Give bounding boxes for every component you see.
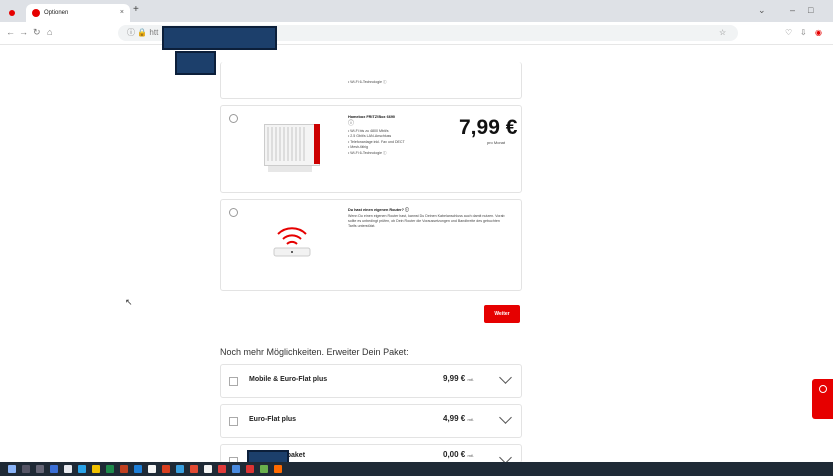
- reload-icon[interactable]: ↻: [33, 27, 41, 38]
- taskbar-app-icon[interactable]: [50, 465, 58, 473]
- new-tab-button[interactable]: +: [133, 4, 139, 15]
- addon-label: Mobile & Euro-Flat plus: [249, 376, 328, 383]
- minimize-icon[interactable]: –: [790, 5, 795, 15]
- product-name: Homebox FRITZ!Box 6690: [348, 115, 396, 119]
- redacted-url-block: [162, 26, 277, 50]
- folder-icon[interactable]: [92, 465, 100, 473]
- chevron-down-icon[interactable]: [499, 411, 512, 424]
- taskbar-app-icon[interactable]: [148, 465, 156, 473]
- option-card-own-router[interactable]: Du hast einen eigenen Router? ⓘ Wenn Du …: [220, 199, 522, 291]
- addon-checkbox[interactable]: [229, 377, 238, 386]
- opera-browser-icon[interactable]: [274, 465, 282, 473]
- tab-optionen[interactable]: Optionen ×: [26, 4, 130, 22]
- profile-icon[interactable]: ◉: [815, 28, 822, 37]
- addon-mobile-euro-flat-plus[interactable]: Mobile & Euro-Flat plus 9,99 € mtl.: [220, 364, 522, 398]
- feature-item: • Wi-Fi 6-Technologie ⓘ: [348, 80, 387, 84]
- taskbar: [0, 462, 833, 476]
- taskbar-app-icon[interactable]: [260, 465, 268, 473]
- url-prefix: ⓘ 🔒 htt: [127, 28, 159, 37]
- option-card-partial: • Wi-Fi 6-Technologie ⓘ: [220, 62, 522, 99]
- taskbar-app-icon[interactable]: [246, 465, 254, 473]
- edge-icon[interactable]: [176, 465, 184, 473]
- addon-label: Euro-Flat plus: [249, 416, 297, 423]
- taskbar-app-icon[interactable]: [120, 465, 128, 473]
- feature-list: • Wi-Fi bis zu 4800 Mbit/s • 2.5 Gbit/s L…: [348, 129, 405, 155]
- forward-icon[interactable]: →: [19, 27, 28, 37]
- search-icon[interactable]: [22, 465, 30, 473]
- bookmark-star-icon[interactable]: ☆: [719, 28, 726, 37]
- taskbar-app-icon[interactable]: [204, 465, 212, 473]
- addon-euro-flat-plus[interactable]: Euro-Flat plus 4,99 € mtl.: [220, 404, 522, 438]
- vodafone-favicon-icon: [32, 9, 40, 17]
- back-icon[interactable]: ←: [6, 27, 15, 37]
- redacted-logo-block: [175, 51, 216, 75]
- chat-icon: [819, 385, 827, 393]
- more-options-heading: Noch mehr Möglichkeiten. Erweiter Dein P…: [220, 347, 409, 357]
- price-unit: pro Monat: [487, 140, 506, 145]
- tab-close-icon[interactable]: ×: [120, 4, 124, 22]
- taskbar-app-icon[interactable]: [218, 465, 226, 473]
- downloads-icon[interactable]: ⇩: [800, 28, 807, 37]
- price: 7,99 €: [459, 116, 518, 139]
- addon-price: 0,00 € mtl.: [443, 450, 474, 459]
- radio-own-router[interactable]: [229, 208, 238, 217]
- info-icon[interactable]: ⓘ: [348, 121, 354, 127]
- taskbar-app-icon[interactable]: [190, 465, 198, 473]
- taskbar-app-icon[interactable]: [232, 465, 240, 473]
- browser-logo-icon: [9, 10, 15, 16]
- option-title: Du hast einen eigenen Router? ⓘ: [348, 208, 409, 212]
- taskbar-app-icon[interactable]: [64, 465, 72, 473]
- mouse-cursor-icon: ↖: [125, 297, 133, 307]
- addon-price: 4,99 € mtl.: [443, 414, 474, 423]
- maximize-icon[interactable]: □: [808, 5, 813, 15]
- addon-price: 9,99 € mtl.: [443, 374, 474, 383]
- taskbar-app-icon[interactable]: [134, 465, 142, 473]
- extensions-icon[interactable]: ♡: [785, 28, 792, 37]
- home-icon[interactable]: ⌂: [47, 27, 52, 37]
- taskbar-app-icon[interactable]: [78, 465, 86, 473]
- tab-bar: Optionen × + ⌄ – □: [0, 0, 833, 22]
- wifi-router-icon: [273, 227, 311, 257]
- fritzbox-router-image: [264, 120, 320, 176]
- taskbar-app-icon[interactable]: [106, 465, 114, 473]
- tab-title: Optionen: [44, 10, 69, 16]
- start-icon[interactable]: [8, 465, 16, 473]
- task-view-icon[interactable]: [36, 465, 44, 473]
- chevron-down-icon[interactable]: [499, 371, 512, 384]
- tab-list-icon[interactable]: ⌄: [758, 5, 766, 16]
- weiter-button[interactable]: Weiter: [484, 305, 520, 323]
- feature-item: • Wi-Fi 6-Technologie ⓘ: [348, 150, 387, 155]
- addon-checkbox[interactable]: [229, 417, 238, 426]
- help-chat-tab[interactable]: [812, 379, 833, 419]
- radio-fritzbox[interactable]: [229, 114, 238, 123]
- taskbar-app-icon[interactable]: [162, 465, 170, 473]
- option-description: Wenn Du einen eigenen Router hast, kanns…: [348, 214, 505, 229]
